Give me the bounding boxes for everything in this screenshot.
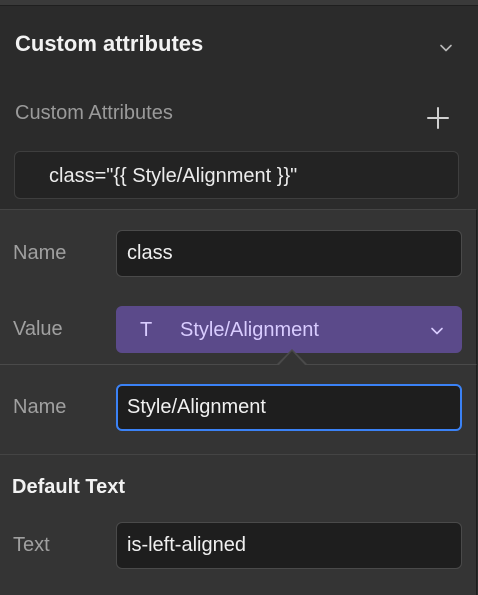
attribute-name-input[interactable]: class xyxy=(116,230,462,277)
popover-caret-fill xyxy=(279,351,305,365)
attribute-value-select[interactable]: T Style/Alignment xyxy=(116,306,462,353)
default-text-heading: Default Text xyxy=(12,476,125,498)
text-label: Text xyxy=(13,534,50,556)
attribute-list-item[interactable]: class="{{ Style/Alignment }}" xyxy=(14,151,459,199)
variable-name-value: Style/Alignment xyxy=(127,396,266,418)
default-text-value: is-left-aligned xyxy=(127,534,246,556)
default-text-input[interactable]: is-left-aligned xyxy=(116,522,462,569)
text-type-icon: T xyxy=(140,319,153,341)
add-attribute-button[interactable] xyxy=(424,104,452,132)
custom-attributes-label: Custom Attributes xyxy=(15,102,173,124)
divider xyxy=(0,454,476,455)
variable-name-input[interactable]: Style/Alignment xyxy=(116,384,462,431)
attribute-value-selected: Style/Alignment xyxy=(180,319,319,341)
variable-name-label: Name xyxy=(13,396,67,418)
section-title: Custom attributes xyxy=(15,31,204,56)
name-label: Name xyxy=(13,242,67,264)
plus-icon xyxy=(427,107,449,129)
attribute-name-value: class xyxy=(127,242,173,264)
attribute-item-text: class="{{ Style/Alignment }}" xyxy=(49,165,298,187)
chevron-down-icon xyxy=(431,327,443,335)
chevron-down-icon[interactable] xyxy=(437,39,455,57)
value-label: Value xyxy=(13,318,63,340)
